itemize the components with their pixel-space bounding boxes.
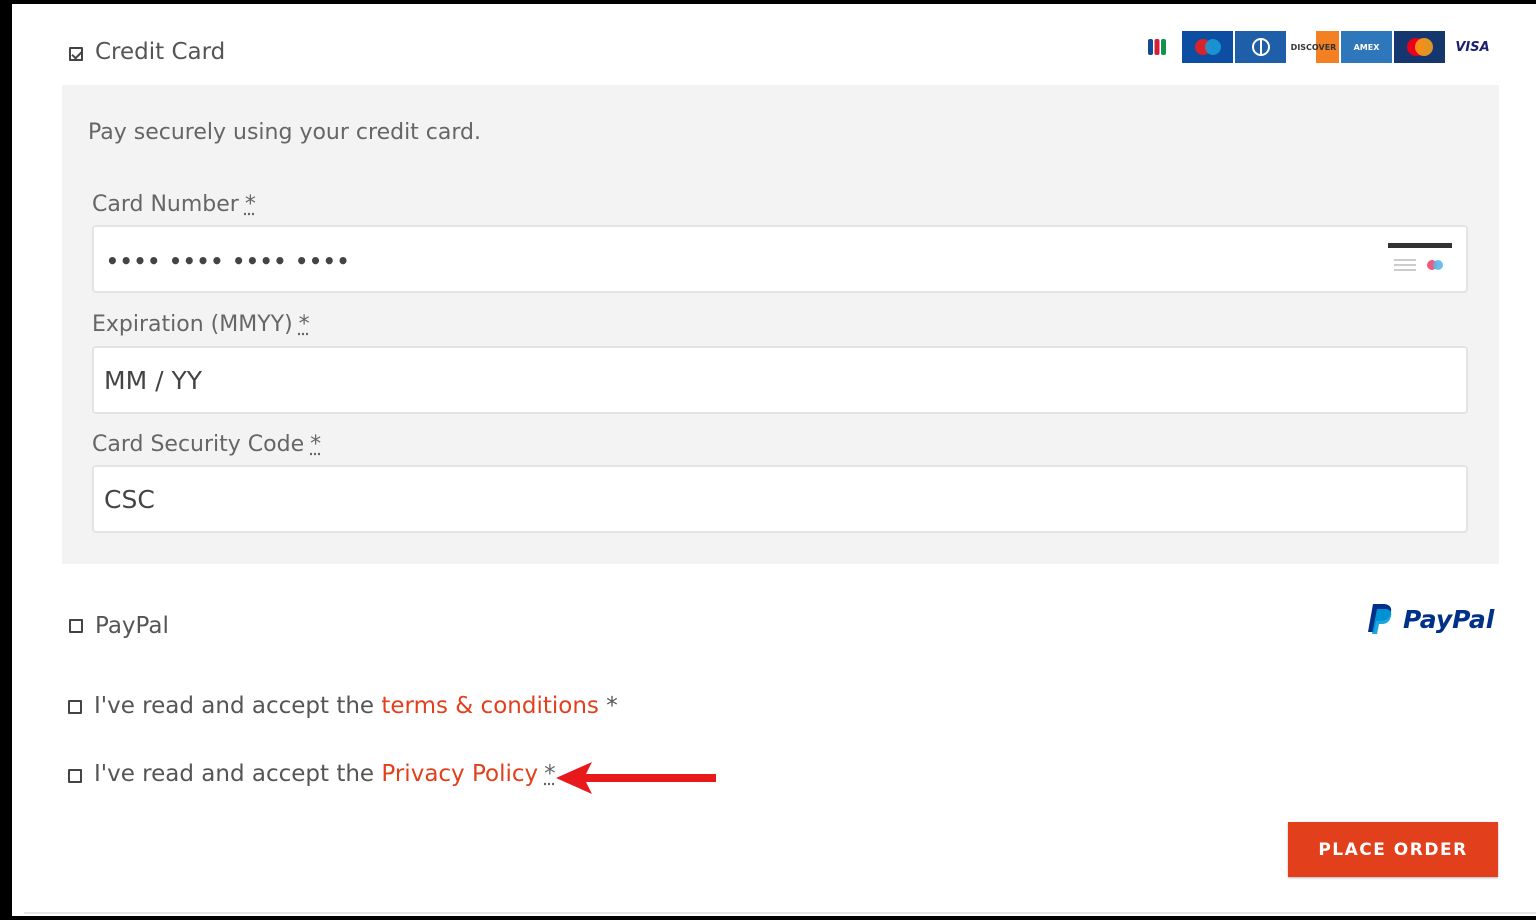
discover-icon: DISCOVER bbox=[1288, 31, 1339, 63]
paypal-wordmark: PayPal bbox=[1403, 605, 1494, 634]
required-marker: * bbox=[298, 312, 310, 337]
credit-card-form: Pay securely using your credit card. Car… bbox=[62, 85, 1499, 564]
card-brand-logos: DISCOVER AMEX VISA bbox=[1134, 31, 1498, 65]
place-order-button[interactable]: PLACE ORDER bbox=[1288, 822, 1498, 877]
expiration-label-text: Expiration (MMYY) bbox=[92, 312, 293, 337]
card-number-label: Card Number * bbox=[92, 192, 256, 217]
credit-card-label[interactable]: Credit Card bbox=[95, 39, 225, 65]
mastercard-icon bbox=[1394, 31, 1445, 63]
terms-label: I've read and accept the terms & conditi… bbox=[94, 693, 618, 719]
american-express-icon: AMEX bbox=[1341, 31, 1392, 63]
terms-checkbox[interactable] bbox=[68, 700, 82, 714]
card-icon bbox=[1388, 243, 1452, 271]
privacy-label: I've read and accept the Privacy Policy * bbox=[94, 761, 556, 787]
paypal-wordmark-text: PayPal bbox=[1403, 604, 1495, 634]
jcb-icon bbox=[1134, 31, 1180, 63]
diners-club-icon bbox=[1235, 31, 1286, 63]
security-code-label-text: Card Security Code bbox=[92, 432, 305, 457]
bottom-divider bbox=[24, 912, 1536, 914]
paypal-logo: PayPal bbox=[1367, 602, 1494, 636]
maestro-icon bbox=[1182, 31, 1233, 63]
required-marker: * bbox=[310, 432, 322, 457]
arrow-left-icon bbox=[556, 762, 716, 794]
security-code-label: Card Security Code * bbox=[92, 432, 321, 457]
terms-link[interactable]: terms & conditions bbox=[381, 693, 599, 719]
card-number-input[interactable]: •••• •••• •••• •••• bbox=[92, 225, 1468, 293]
security-code-placeholder: CSC bbox=[104, 485, 155, 514]
credit-card-description: Pay securely using your credit card. bbox=[88, 120, 481, 145]
privacy-prefix: I've read and accept the bbox=[94, 761, 382, 787]
paypal-label[interactable]: PayPal bbox=[95, 613, 169, 639]
expiration-label: Expiration (MMYY) * bbox=[92, 312, 310, 337]
privacy-required-marker: * bbox=[544, 761, 556, 787]
paypal-radio[interactable] bbox=[69, 619, 83, 633]
expiration-input[interactable]: MM / YY bbox=[92, 346, 1468, 414]
security-code-input[interactable]: CSC bbox=[92, 465, 1468, 533]
terms-prefix: I've read and accept the bbox=[94, 693, 382, 719]
checkout-payment-panel: Credit Card DISCOVER AMEX VISA Pay secur… bbox=[12, 4, 1536, 916]
terms-required-marker: * bbox=[598, 693, 618, 719]
expiration-placeholder: MM / YY bbox=[104, 366, 202, 395]
visa-icon: VISA bbox=[1447, 31, 1498, 63]
paypal-icon bbox=[1368, 604, 1392, 634]
card-number-label-text: Card Number bbox=[92, 192, 239, 217]
credit-card-radio[interactable] bbox=[69, 47, 83, 61]
privacy-checkbox[interactable] bbox=[68, 769, 82, 783]
privacy-policy-link[interactable]: Privacy Policy bbox=[381, 761, 538, 787]
required-marker: * bbox=[244, 192, 256, 217]
card-number-placeholder: •••• •••• •••• •••• bbox=[106, 249, 351, 273]
